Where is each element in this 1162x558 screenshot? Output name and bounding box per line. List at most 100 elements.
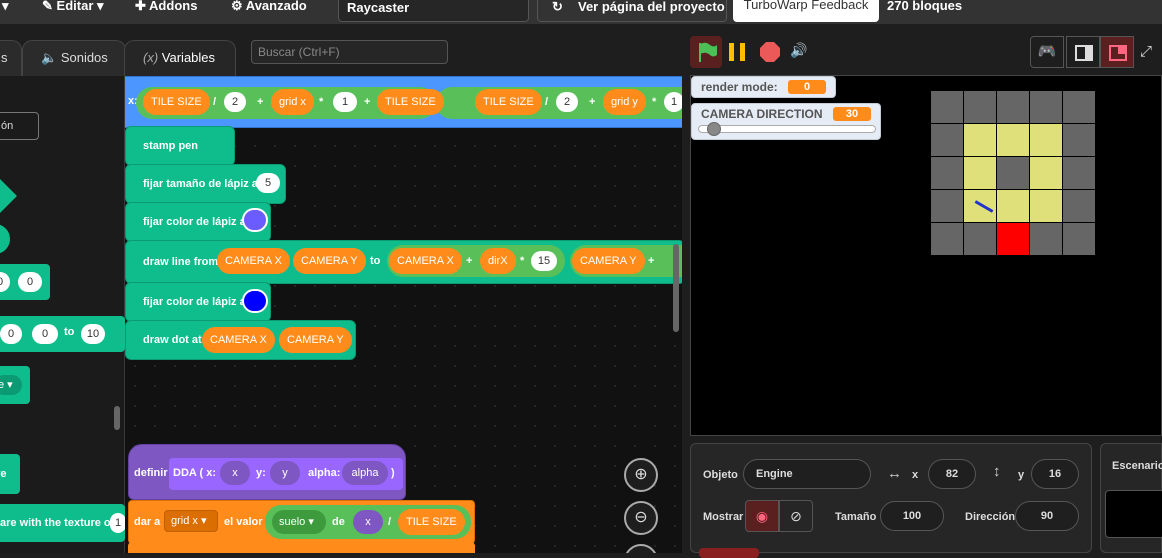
gamepad-icon[interactable]: 🎮 [1030, 36, 1064, 68]
camera-direction-monitor[interactable]: CAMERA DIRECTION 30 [691, 103, 881, 140]
palette-input[interactable]: 0 [32, 324, 58, 344]
palette-block-4[interactable]: are [0, 454, 20, 494]
palette-input[interactable]: 1 [110, 513, 126, 533]
project-title-input[interactable]: Raycaster [338, 0, 529, 22]
map-cell [964, 223, 996, 255]
grid-x-var[interactable]: grid x [271, 89, 314, 115]
camera-x-var[interactable]: CAMERA X [217, 248, 290, 274]
code-workspace[interactable]: x: y: TILE SIZE / 2 + grid x * 1 + TILE … [125, 76, 682, 553]
render-mode-monitor[interactable]: render mode: 0 [691, 76, 836, 98]
search-input[interactable]: Buscar (Ctrl+F) [251, 40, 448, 64]
camera-x-var[interactable]: CAMERA X [389, 248, 462, 274]
sprite-size-input[interactable]: 100 [880, 501, 944, 531]
view-project-button[interactable]: ↻ Ver página del proyecto [537, 0, 727, 22]
camera-direction-slider[interactable] [698, 125, 876, 133]
number-input[interactable]: 2 [556, 92, 578, 112]
sprite-name-input[interactable]: Engine [743, 459, 871, 489]
advanced-menu[interactable]: ⚙ Avanzado [231, 0, 307, 21]
color-swatch-2[interactable] [242, 289, 268, 313]
zoom-in-icon[interactable]: ⊕ [624, 458, 658, 492]
map-cell [1030, 124, 1062, 156]
pause-icon-bar [740, 43, 745, 61]
stage-canvas[interactable]: render mode: 0 CAMERA DIRECTION 30 [690, 75, 1162, 436]
speaker-icon: 🔈 [41, 50, 58, 65]
pause-button[interactable] [727, 41, 747, 63]
palette-block-3[interactable]: e ▾ [0, 366, 30, 404]
tab-variables[interactable]: (x) Variables [124, 40, 236, 76]
palette-dropdown[interactable]: e ▾ [0, 375, 22, 395]
palette-texture-label: are with the texture of [0, 517, 115, 529]
palette-reporter[interactable] [0, 224, 10, 254]
number-input[interactable]: 15 [531, 251, 557, 271]
palette-block-2[interactable]: 0 0 to 10 [0, 316, 125, 352]
y-arrows-icon: ↕ [993, 463, 1001, 480]
param-alpha[interactable]: alpha [342, 461, 388, 485]
show-eye-icon[interactable]: ◉ [745, 500, 779, 532]
next-block[interactable] [128, 542, 475, 553]
palette-hat-block[interactable] [0, 179, 17, 213]
tile-size-var[interactable]: TILE SIZE [475, 89, 542, 115]
hide-eye-icon[interactable]: ⊘ [779, 500, 813, 532]
number-input[interactable]: 1 [664, 92, 682, 112]
block-palette[interactable]: ón 0 0 0 0 to 10 e ▾ are are with the te… [0, 76, 126, 553]
addons-menu[interactable]: ✚ Addons [135, 0, 197, 21]
op-times: * [520, 255, 525, 267]
stop-button[interactable] [760, 42, 780, 62]
palette-block-5[interactable]: are with the texture of [0, 504, 125, 542]
palette-button[interactable]: ón [0, 112, 39, 140]
palette-input[interactable]: 0 [18, 272, 42, 292]
stamp-block[interactable]: stamp pen square [125, 126, 235, 190]
grid-y-var[interactable]: grid y [603, 89, 646, 115]
pen-size-input[interactable]: 5 [256, 173, 280, 193]
palette-input[interactable]: 10 [81, 324, 105, 344]
file-menu-caret[interactable]: ▾ [2, 0, 9, 21]
stage-selector-panel[interactable]: Escenario [1100, 443, 1162, 553]
large-stage-button[interactable] [1100, 36, 1134, 68]
tile-size-var[interactable]: TILE SIZE [377, 89, 444, 115]
tile-size-var[interactable]: TILE SIZE [398, 509, 465, 535]
param-x-reporter[interactable]: x [353, 510, 383, 534]
camera-x-var[interactable]: CAMERA X [202, 327, 275, 353]
small-stage-button[interactable] [1066, 36, 1100, 68]
edit-menu[interactable]: ✎ Editar ▾ [42, 0, 104, 21]
tab-sounds[interactable]: 🔈 Sonidos [22, 40, 126, 76]
green-flag-button[interactable] [690, 36, 722, 68]
dirx-var[interactable]: dirX [480, 248, 516, 274]
palette-input[interactable]: 0 [0, 324, 22, 344]
sprite-name-label: Objeto [703, 469, 738, 481]
map-cell [1030, 223, 1062, 255]
render-mode-value: 0 [788, 80, 826, 94]
sprite-thumb[interactable] [699, 548, 759, 558]
number-input[interactable]: 2 [224, 92, 246, 112]
feedback-button[interactable]: TurboWarp Feedback [733, 0, 879, 22]
param-x[interactable]: x [220, 461, 250, 485]
workspace-scrollbar[interactable] [673, 244, 679, 332]
slider-knob[interactable] [706, 122, 721, 136]
tab-code[interactable]: s [0, 40, 22, 76]
param-y[interactable]: y [270, 461, 300, 485]
map-cell [964, 91, 996, 123]
op-plus: + [257, 96, 264, 108]
tile-size-var[interactable]: TILE SIZE [143, 89, 210, 115]
number-input[interactable]: 1 [333, 92, 357, 112]
list-dropdown[interactable]: grid x ▾ [164, 510, 218, 532]
palette-block-1[interactable]: 0 0 [0, 264, 50, 300]
stage-thumbnail[interactable] [1105, 490, 1162, 538]
sprite-y-input[interactable]: 16 [1031, 459, 1079, 489]
palette-scrollbar[interactable] [114, 406, 120, 430]
fullscreen-icon[interactable]: ⤢ [1140, 36, 1162, 68]
zoom-out-icon[interactable]: ⊖ [624, 501, 658, 535]
zoom-reset-icon[interactable]: = [624, 544, 658, 553]
el-valor-label: el valor [224, 516, 263, 528]
sprite-direction-input[interactable]: 90 [1015, 501, 1079, 531]
define-label: definir [134, 467, 168, 479]
camera-y-var[interactable]: CAMERA Y [279, 327, 352, 353]
camera-y-var[interactable]: CAMERA Y [572, 248, 645, 274]
palette-input[interactable]: 0 [0, 272, 10, 292]
menu-bar: ▾ ✎ Editar ▾ ✚ Addons ⚙ Avanzado Raycast… [0, 0, 1162, 24]
suelo-dropdown[interactable]: suelo ▾ [272, 510, 326, 534]
color-swatch-1[interactable] [242, 208, 268, 232]
camera-y-var[interactable]: CAMERA Y [293, 248, 366, 274]
sprite-x-input[interactable]: 82 [928, 459, 976, 489]
mute-icon[interactable]: 🔊 [790, 42, 812, 62]
